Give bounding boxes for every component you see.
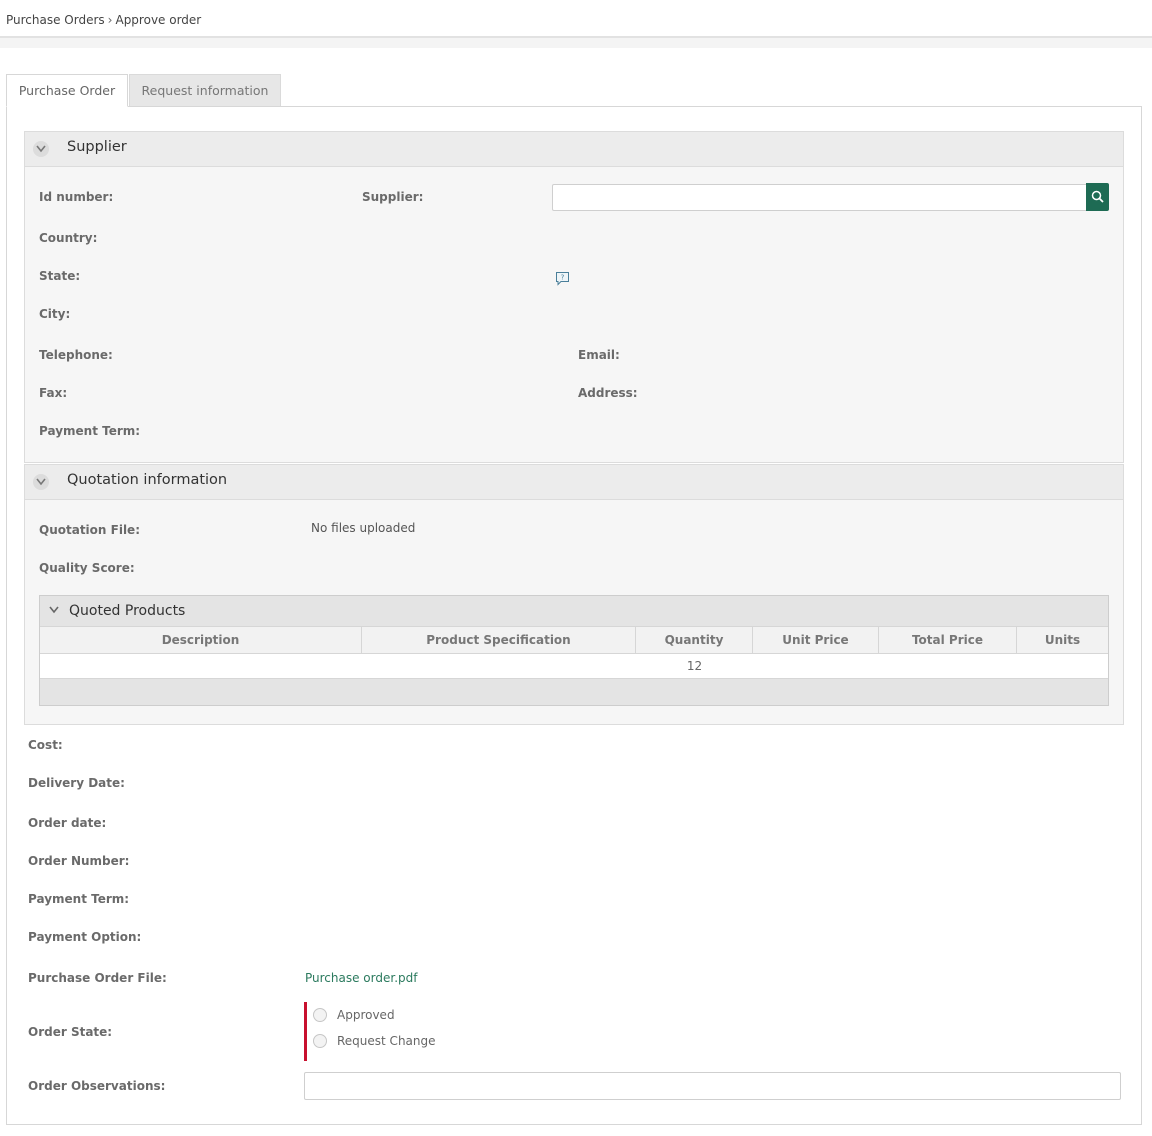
search-icon [1091,190,1104,203]
tab-purchase-order[interactable]: Purchase Order [6,74,128,107]
chevron-down-icon[interactable] [33,141,49,157]
cell-specification [362,654,636,678]
top-bar: Purchase Orders › Approve order [0,4,1152,38]
quality-score-label: Quality Score: [39,561,135,575]
supplier-input[interactable] [552,184,1087,211]
order-state-label: Order State: [28,1025,113,1039]
supplier-label: Supplier: [362,190,424,204]
sub-bar [0,38,1152,48]
cell-description [40,654,362,678]
quotation-file-label: Quotation File: [39,523,140,537]
radio-approved-label[interactable]: Approved [337,1008,395,1022]
payment-term-label: Payment Term: [28,892,130,906]
help-comment-icon[interactable]: ? [555,271,570,286]
grid-header: Description Product Specification Quanti… [40,626,1108,654]
chevron-down-icon[interactable] [33,474,49,490]
telephone-label: Telephone: [39,348,113,362]
order-observations-label: Order Observations: [28,1079,166,1093]
order-number-label: Order Number: [28,854,130,868]
breadcrumb-separator: › [107,13,113,27]
country-label: Country: [39,231,98,245]
column-header-product-specification[interactable]: Product Specification [362,627,636,654]
column-header-quantity[interactable]: Quantity [636,627,753,654]
fax-label: Fax: [39,386,68,400]
column-header-description[interactable]: Description [40,627,362,654]
required-indicator [304,1002,307,1061]
column-header-unit-price[interactable]: Unit Price [753,627,879,654]
radio-approved[interactable] [313,1008,327,1022]
quoted-products-grid: Quoted Products Description Product Spec… [39,595,1109,706]
id-number-label: Id number: [39,190,114,204]
radio-request-change[interactable] [313,1034,327,1048]
supplier-panel-title: Supplier [67,139,127,155]
order-observations-input[interactable] [304,1072,1121,1100]
cell-units [1017,654,1108,678]
address-label: Address: [578,386,638,400]
delivery-date-label: Delivery Date: [28,776,125,790]
supplier-search-button[interactable] [1086,183,1109,211]
breadcrumb-current: Approve order [115,13,202,27]
quotation-file-value: No files uploaded [311,521,416,535]
purchase-order-file-link[interactable]: Purchase order.pdf [305,971,417,985]
order-date-label: Order date: [28,816,107,830]
cell-total-price [879,654,1017,678]
cost-label: Cost: [28,738,63,752]
quotation-panel-header[interactable]: Quotation information [25,465,1123,500]
supplier-panel-header[interactable]: Supplier [25,132,1123,167]
state-label: State: [39,269,81,283]
breadcrumb: Purchase Orders › Approve order [6,13,201,27]
radio-request-change-label[interactable]: Request Change [337,1034,436,1048]
supplier-panel: Supplier [24,131,1124,463]
purchase-order-file-label: Purchase Order File: [28,971,167,985]
cell-unit-price [753,654,879,678]
chevron-down-icon[interactable] [49,606,59,614]
email-label: Email: [578,348,620,362]
column-header-units[interactable]: Units [1017,627,1108,654]
payment-option-label: Payment Option: [28,930,142,944]
column-header-total-price[interactable]: Total Price [879,627,1017,654]
supplier-payment-term-label: Payment Term: [39,424,141,438]
cell-quantity: 12 [686,659,703,673]
city-label: City: [39,307,71,321]
tab-request-information[interactable]: Request information [129,74,281,107]
quoted-products-title: Quoted Products [69,603,186,619]
table-row[interactable]: 12 [40,654,1108,679]
breadcrumb-link-purchase-orders[interactable]: Purchase Orders [6,13,105,27]
svg-text:?: ? [561,274,565,282]
quotation-panel-title: Quotation information [67,472,228,488]
